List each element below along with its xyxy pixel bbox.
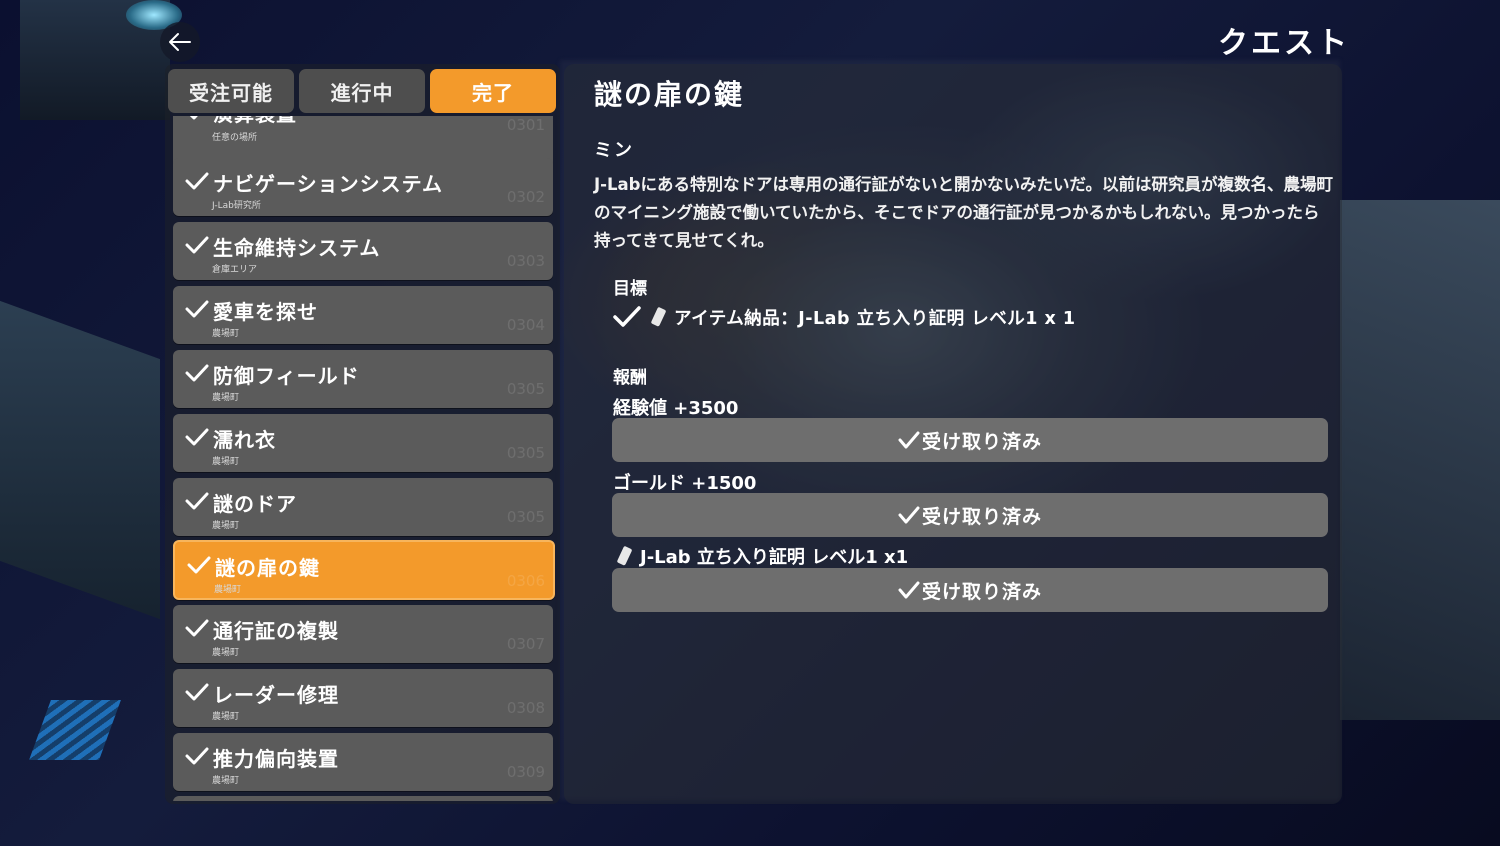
quest-number: 0307	[506, 635, 545, 653]
quest-location: J-Lab研究所	[212, 201, 261, 211]
quest-number: 0304	[506, 316, 545, 334]
check-icon	[187, 556, 211, 574]
reward-label: J-Lab 立ち入り証明 レベル1 x1	[640, 547, 909, 568]
pass-card-icon	[617, 546, 632, 566]
quest-location: 倉庫エリア	[212, 265, 258, 275]
pass-card-icon	[651, 307, 666, 327]
quest-item[interactable]: 謎のドア 農場町 0305	[173, 478, 553, 536]
claimed-button-label: 受け取り済み	[921, 580, 1042, 603]
quest-number: 0305	[506, 380, 545, 398]
quest-location: 農場町	[212, 712, 240, 722]
quest-name: 謎の扉の鍵	[215, 556, 320, 580]
check-icon	[185, 300, 209, 318]
objective-row: アイテム納品：J-Lab 立ち入り証明 レベル1 x 1	[612, 302, 1076, 332]
quest-name: 愛車を探せ	[213, 300, 318, 324]
check-icon	[613, 306, 641, 327]
check-icon	[185, 492, 209, 510]
quest-item-selected[interactable]: 謎の扉の鍵 農場町 0306	[173, 540, 555, 600]
quest-item[interactable]: 防御フィールド 農場町 0305	[173, 350, 553, 408]
quest-location: 農場町	[212, 648, 240, 658]
check-icon	[898, 581, 920, 599]
tab-in-progress[interactable]: 進行中	[299, 69, 425, 113]
quest-number: 0302	[506, 188, 545, 206]
quest-number: 0305	[506, 508, 545, 526]
quest-item[interactable]: 濡れ衣 農場町 0305	[173, 414, 553, 472]
quest-number: 0305	[506, 444, 545, 462]
quest-name: 濡れ衣	[213, 428, 276, 452]
quest-name: レーダー修理	[213, 683, 339, 707]
quest-number: 0306	[506, 572, 545, 590]
quest-giver: ミン	[594, 140, 634, 161]
objective-heading: 目標	[613, 279, 647, 299]
quest-item[interactable]: 愛車を探せ 農場町 0304	[173, 286, 553, 344]
scene-floor-stripes	[29, 700, 121, 760]
scene-wall	[0, 300, 160, 620]
quest-location: 農場町	[214, 585, 242, 595]
check-icon	[185, 619, 209, 637]
quest-name: 推力偏向装置	[213, 747, 339, 771]
check-icon	[898, 506, 920, 524]
quest-location: 農場町	[212, 329, 240, 339]
objective-text: アイテム納品：J-Lab 立ち入り証明 レベル1 x 1	[674, 308, 1076, 329]
check-icon	[185, 364, 209, 382]
check-icon	[185, 236, 209, 254]
quest-location: 農場町	[212, 457, 240, 467]
check-icon	[185, 428, 209, 446]
check-icon	[185, 747, 209, 765]
reward-item-row: J-Lab 立ち入り証明 レベル1 x1	[616, 543, 908, 569]
quest-name: 防御フィールド	[213, 364, 360, 388]
tab-available[interactable]: 受注可能	[168, 69, 294, 113]
quest-item[interactable]: レーダー修理 農場町 0308	[173, 669, 553, 727]
back-button[interactable]	[160, 22, 200, 62]
back-arrow-icon	[169, 33, 191, 51]
quest-item[interactable]: 生命維持システム 倉庫エリア 0303	[173, 222, 553, 280]
check-icon	[185, 683, 209, 701]
claimed-button-label: 受け取り済み	[921, 505, 1042, 528]
quest-name: 謎のドア	[213, 492, 297, 516]
reward-label: 経験値 +3500	[613, 398, 739, 419]
quest-number: 0309	[506, 763, 545, 781]
tab-completed[interactable]: 完了	[430, 69, 556, 113]
quest-item[interactable]	[173, 796, 553, 801]
check-icon	[898, 431, 920, 449]
quest-title: 謎の扉の鍵	[594, 78, 745, 111]
quest-tabs: 受注可能 進行中 完了	[168, 69, 556, 113]
scene-wall	[1340, 200, 1500, 720]
quest-item[interactable]: 通行証の複製 農場町 0307	[173, 605, 553, 663]
quest-number: 0303	[506, 252, 545, 270]
quest-location: 農場町	[212, 521, 240, 531]
check-icon	[189, 116, 198, 120]
reward-label: ゴールド +1500	[613, 473, 757, 494]
quest-name: 通行証の複製	[213, 619, 339, 643]
rewards-heading: 報酬	[613, 368, 647, 388]
quest-item[interactable]: ナビゲーションシステム J-Lab研究所 0302	[173, 158, 553, 216]
claimed-button[interactable]: 受け取り済み	[612, 493, 1328, 537]
quest-number: 0308	[506, 699, 545, 717]
quest-name: 演算装置	[213, 116, 297, 127]
claimed-button[interactable]: 受け取り済み	[612, 418, 1328, 462]
quest-list[interactable]: 演算装置 任意の場所 0301 ナビゲーションシステム J-Lab研究所 030…	[171, 116, 555, 801]
quest-location: 任意の場所	[212, 133, 258, 143]
quest-number: 0301	[506, 116, 545, 134]
check-icon	[185, 172, 209, 190]
quest-location: 農場町	[212, 393, 240, 403]
quest-name: ナビゲーションシステム	[213, 172, 443, 196]
claimed-button-label: 受け取り済み	[921, 430, 1042, 453]
quest-description: J-Labにある特別なドアは専用の通行証がないと開かないみたいだ。以前は研究員が…	[594, 175, 1333, 250]
quest-name: 生命維持システム	[213, 236, 381, 260]
quest-location: 農場町	[212, 776, 240, 786]
screen-title: クエスト	[1218, 26, 1350, 61]
quest-item[interactable]: 推力偏向装置 農場町 0309	[173, 733, 553, 791]
claimed-button[interactable]: 受け取り済み	[612, 568, 1328, 612]
